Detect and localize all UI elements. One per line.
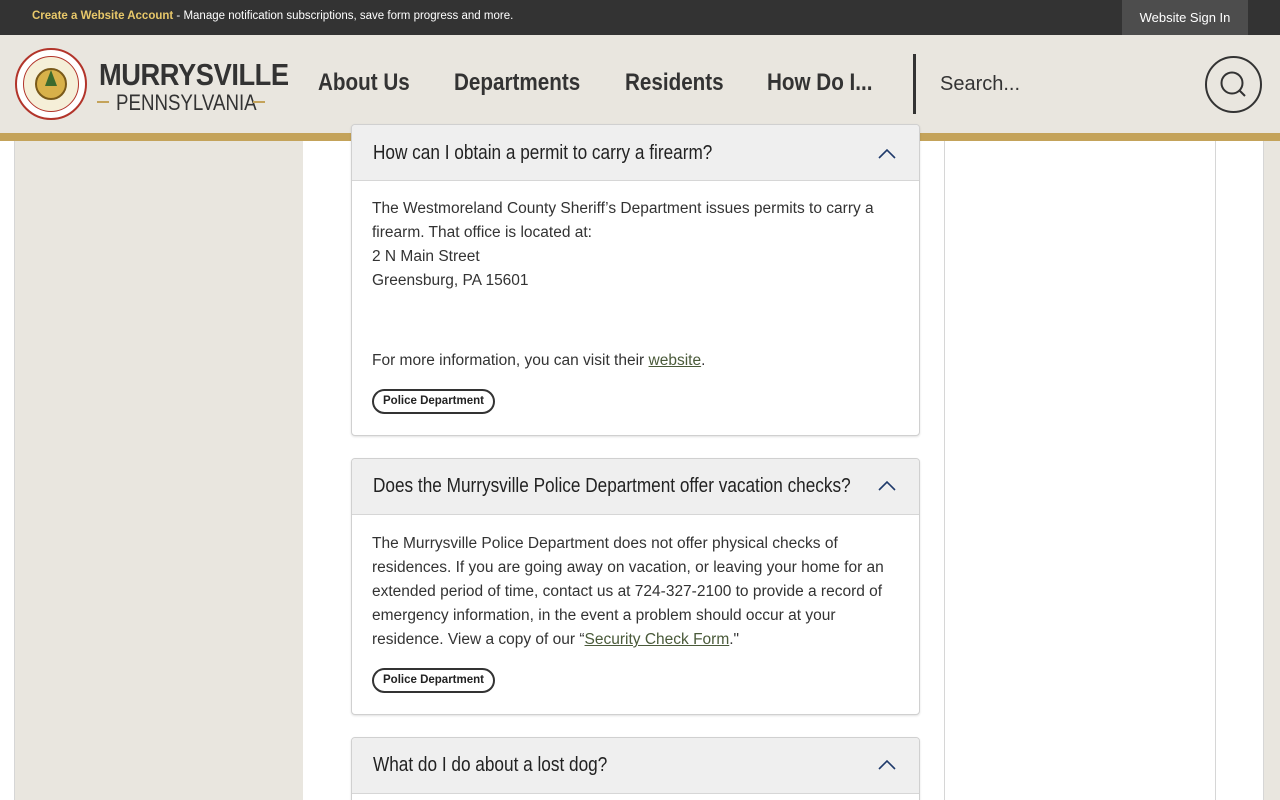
brand-state[interactable]: PENNSYLVANIA	[116, 90, 257, 116]
brand-name[interactable]: MURRYSVILLE	[99, 57, 289, 93]
faq-answer: The Murrysville Police Department does n…	[352, 515, 919, 693]
faq-more-info: For more information, you can visit thei…	[372, 349, 899, 373]
seal-tree-icon	[45, 70, 57, 86]
chevron-up-icon[interactable]	[876, 479, 898, 493]
page-edge-right	[1216, 141, 1264, 800]
website-link[interactable]: website	[649, 352, 702, 369]
category-tag[interactable]: Police Department	[372, 389, 495, 414]
search-icon	[1220, 71, 1246, 97]
municipal-seal-logo[interactable]	[15, 48, 87, 120]
faq-more-suffix: .	[701, 352, 706, 369]
faq-question-header[interactable]: What do I do about a lost dog?	[352, 738, 919, 794]
nav-departments[interactable]: Departments	[454, 69, 580, 97]
chevron-up-icon[interactable]	[876, 758, 898, 772]
notification-bar: Create a Website Account - Manage notifi…	[0, 0, 1280, 35]
create-account-link[interactable]: Create a Website Account	[32, 10, 173, 22]
faq-card: Does the Murrysville Police Department o…	[351, 458, 920, 715]
nav-how-do-i[interactable]: How Do I...	[767, 69, 872, 97]
page-edge-left	[0, 141, 15, 800]
website-sign-in-button[interactable]: Website Sign In	[1122, 0, 1248, 35]
left-sidebar	[15, 141, 303, 800]
faq-question-header[interactable]: How can I obtain a permit to carry a fir…	[352, 125, 919, 181]
faq-address-line: Greensburg, PA 15601	[372, 272, 529, 289]
faq-question[interactable]: What do I do about a lost dog?	[373, 754, 607, 777]
site-header: MURRYSVILLE PENNSYLVANIA About Us Depart…	[0, 35, 1280, 133]
nav-about-us[interactable]: About Us	[318, 69, 410, 97]
faq-question[interactable]: How can I obtain a permit to carry a fir…	[373, 142, 712, 165]
faq-question-header[interactable]: Does the Murrysville Police Department o…	[352, 459, 919, 515]
search-input[interactable]	[940, 63, 1190, 105]
faq-question[interactable]: Does the Murrysville Police Department o…	[373, 475, 851, 498]
search-button[interactable]	[1205, 56, 1262, 113]
faq-card: What do I do about a lost dog?	[351, 737, 920, 800]
notification-text: Create a Website Account - Manage notifi…	[32, 10, 513, 22]
chevron-up-icon[interactable]	[876, 147, 898, 161]
faq-answer-suffix: ."	[729, 631, 740, 648]
security-check-form-link[interactable]: Security Check Form	[585, 631, 730, 648]
brand-dash-right	[253, 101, 265, 103]
brand-dash-left	[97, 101, 109, 103]
faq-answer: The Westmoreland County Sheriff’s Depart…	[352, 181, 919, 414]
notification-message: - Manage notification subscriptions, sav…	[173, 10, 514, 22]
faq-card: How can I obtain a permit to carry a fir…	[351, 124, 920, 436]
faq-answer-text: The Westmoreland County Sheriff’s Depart…	[372, 200, 874, 241]
nav-residents[interactable]: Residents	[625, 69, 724, 97]
faq-more-prefix: For more information, you can visit thei…	[372, 352, 649, 369]
faq-answer-text: The Murrysville Police Department does n…	[372, 532, 899, 652]
faq-address-line: 2 N Main Street	[372, 248, 480, 265]
right-sidebar	[944, 141, 1216, 800]
category-tag[interactable]: Police Department	[372, 668, 495, 693]
nav-divider	[913, 54, 916, 114]
